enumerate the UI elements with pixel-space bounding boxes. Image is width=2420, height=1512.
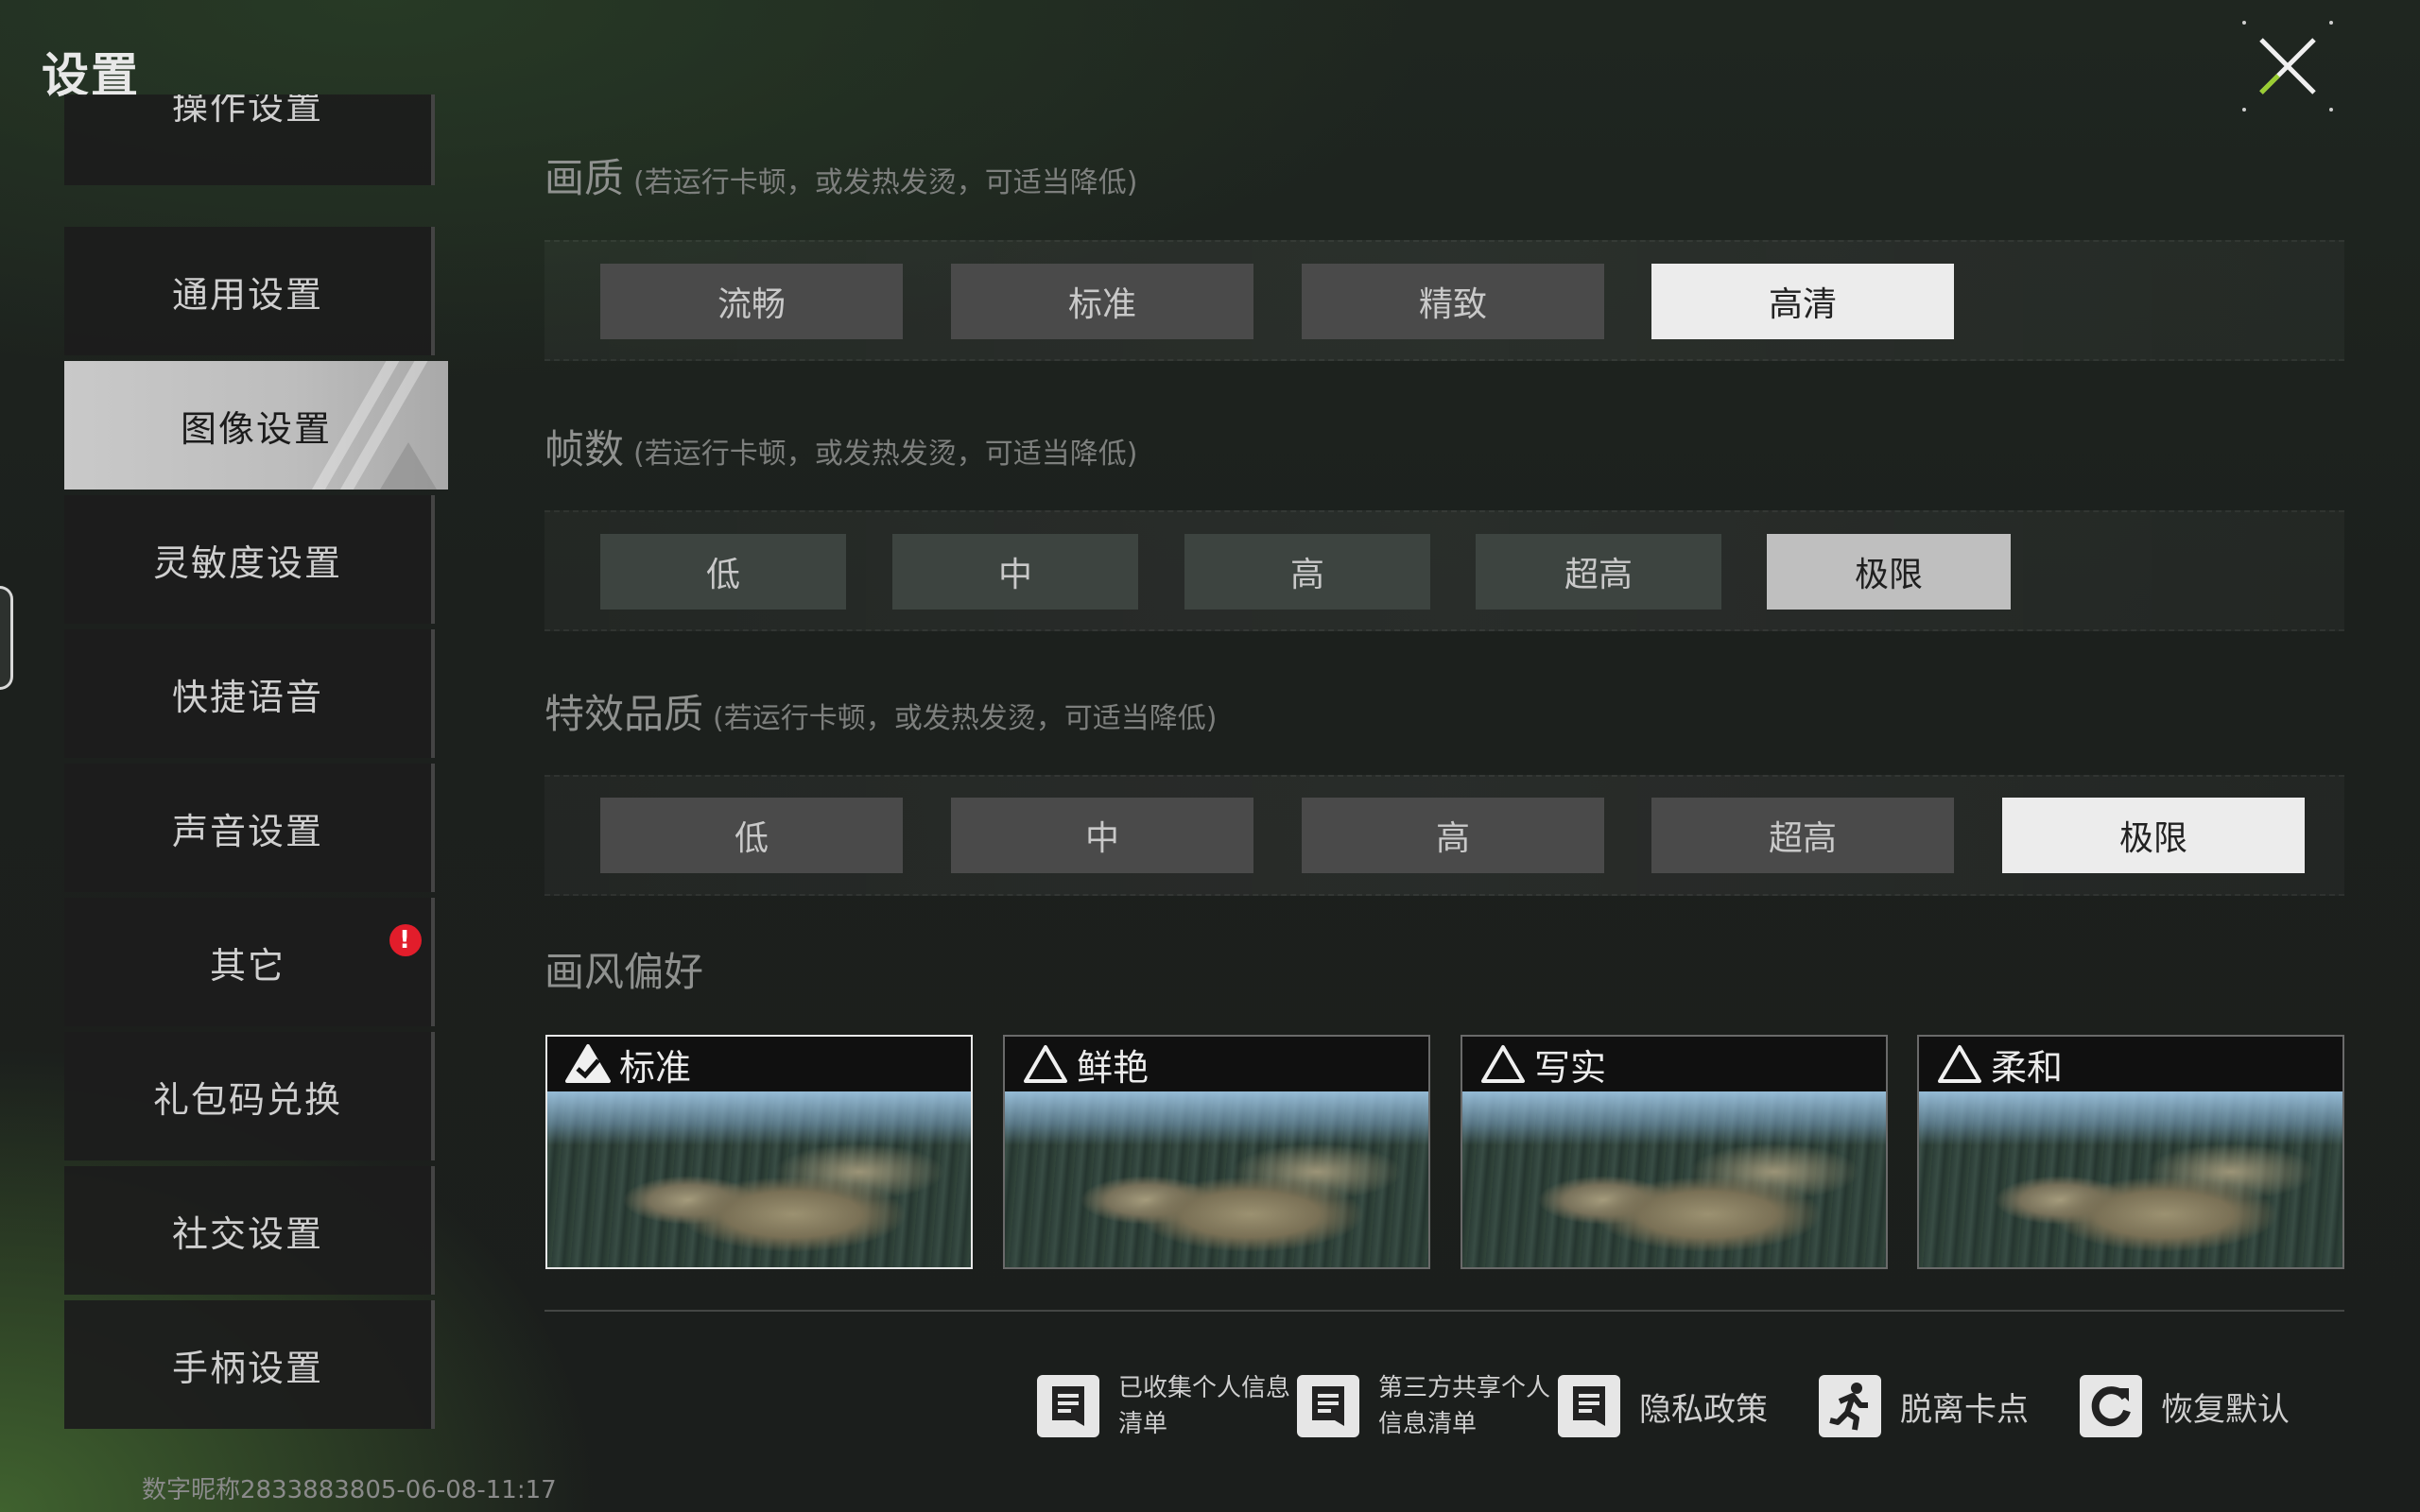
- sidebar-item-sound[interactable]: 声音设置: [64, 764, 435, 892]
- effects-title: 特效品质: [544, 691, 704, 737]
- style-preview-image: [1919, 1091, 2342, 1267]
- sidebar-item-graphics[interactable]: 图像设置: [64, 361, 448, 490]
- fps-hint: (若运行卡顿，或发热发烫，可适当降低): [633, 438, 1138, 471]
- style-card-soft[interactable]: 柔和: [1917, 1035, 2344, 1269]
- sidebar-item-other[interactable]: 其它 !: [64, 898, 435, 1026]
- running-man-icon: [1819, 1375, 1881, 1437]
- unstuck-label: 脱离卡点: [1900, 1390, 2029, 1429]
- style-card-label: 鲜艳: [1077, 1046, 1150, 1089]
- document-icon: [1297, 1375, 1359, 1437]
- fps-title: 帧数: [544, 426, 625, 472]
- sidebar-item-label: 图像设置: [180, 407, 332, 450]
- quality-option-fine[interactable]: 精致: [1302, 264, 1604, 339]
- sidebar-item-quick-voice[interactable]: 快捷语音: [64, 629, 435, 758]
- quality-option-smooth[interactable]: 流畅: [600, 264, 903, 339]
- reset-default-button[interactable]: 恢复默认: [2080, 1368, 2290, 1444]
- sidebar-item-sensitivity[interactable]: 灵敏度设置: [64, 495, 435, 624]
- decor-triangle: [380, 442, 437, 490]
- quality-option-hd[interactable]: 高清: [1651, 264, 1954, 339]
- sidebar-item-label: 快捷语音: [171, 676, 323, 718]
- style-card-label: 柔和: [1991, 1046, 2064, 1089]
- style-card-realistic[interactable]: 写实: [1461, 1035, 1888, 1269]
- style-title: 画风偏好: [544, 949, 704, 995]
- sidebar-item-label: 灵敏度设置: [152, 541, 342, 584]
- effects-section-title: 特效品质 (若运行卡顿，或发热发烫，可适当降低): [544, 682, 1217, 740]
- quality-option-standard[interactable]: 标准: [951, 264, 1253, 339]
- collected-info-link[interactable]: 已收集个人信息清单: [1037, 1368, 1298, 1444]
- fps-option-ultra[interactable]: 超高: [1476, 534, 1721, 610]
- document-icon: [1037, 1375, 1099, 1437]
- effects-option-medium[interactable]: 中: [951, 798, 1253, 873]
- third-party-info-link[interactable]: 第三方共享个人信息清单: [1297, 1368, 1558, 1444]
- triangle-icon: [1024, 1045, 1067, 1083]
- divider: [544, 1310, 2344, 1312]
- quality-title: 画质: [544, 155, 625, 201]
- alert-badge: !: [389, 924, 422, 956]
- triangle-icon: [1938, 1045, 1981, 1083]
- privacy-policy-label: 隐私政策: [1639, 1390, 1768, 1429]
- sidebar-item-controls[interactable]: 操作设置: [64, 94, 435, 185]
- style-preview-image: [1462, 1091, 1886, 1267]
- sidebar-item-label: 礼包码兑换: [152, 1078, 342, 1121]
- fps-section-title: 帧数 (若运行卡顿，或发热发烫，可适当降低): [544, 418, 1137, 475]
- effects-option-low[interactable]: 低: [600, 798, 903, 873]
- close-icon: [2259, 38, 2316, 94]
- fps-option-high[interactable]: 高: [1184, 534, 1430, 610]
- effects-option-ultra[interactable]: 超高: [1651, 798, 1954, 873]
- sidebar-item-label: 手柄设置: [171, 1347, 323, 1389]
- sidebar-item-label: 其它: [209, 944, 285, 987]
- sidebar-item-social[interactable]: 社交设置: [64, 1166, 435, 1295]
- sidebar-item-label: 操作设置: [171, 94, 323, 128]
- fps-option-extreme[interactable]: 极限: [1767, 534, 2011, 610]
- side-handle[interactable]: [0, 586, 13, 690]
- sidebar-item-gift-code[interactable]: 礼包码兑换: [64, 1032, 435, 1160]
- sidebar: 操作设置 通用设置 图像设置 灵敏度设置 快捷语音 声音设置 其它 ! 礼包码兑…: [64, 94, 448, 1429]
- checked-triangle-icon: [565, 1044, 611, 1083]
- style-card-label: 标准: [619, 1046, 692, 1089]
- fps-option-low[interactable]: 低: [600, 534, 846, 610]
- sidebar-item-label: 社交设置: [171, 1212, 323, 1255]
- document-icon: [1558, 1375, 1620, 1437]
- unstuck-button[interactable]: 脱离卡点: [1819, 1368, 2029, 1444]
- collected-info-label: 已收集个人信息清单: [1118, 1374, 1291, 1438]
- sidebar-item-label: 通用设置: [171, 273, 323, 316]
- third-party-info-label: 第三方共享个人信息清单: [1378, 1374, 1551, 1438]
- style-card-label: 写实: [1534, 1046, 1607, 1089]
- effects-option-extreme[interactable]: 极限: [2002, 798, 2305, 873]
- style-card-standard[interactable]: 标准: [545, 1035, 973, 1269]
- sidebar-item-label: 声音设置: [171, 810, 323, 852]
- quality-section-title: 画质 (若运行卡顿，或发热发烫，可适当降低): [544, 146, 1137, 204]
- style-card-vivid[interactable]: 鲜艳: [1003, 1035, 1430, 1269]
- effects-hint: (若运行卡顿，或发热发烫，可适当降低): [713, 702, 1218, 735]
- close-button[interactable]: [2240, 19, 2335, 113]
- refresh-icon: [2080, 1375, 2142, 1437]
- reset-default-label: 恢复默认: [2161, 1390, 2290, 1429]
- quality-hint: (若运行卡顿，或发热发烫，可适当降低): [633, 166, 1138, 199]
- sidebar-item-gamepad[interactable]: 手柄设置: [64, 1300, 435, 1429]
- effects-option-high[interactable]: 高: [1302, 798, 1604, 873]
- fps-option-medium[interactable]: 中: [892, 534, 1138, 610]
- style-section-title: 画风偏好: [544, 940, 703, 998]
- style-preview-image: [547, 1091, 971, 1267]
- sidebar-item-general[interactable]: 通用设置: [64, 227, 435, 355]
- privacy-policy-link[interactable]: 隐私政策: [1558, 1368, 1768, 1444]
- style-preview-image: [1005, 1091, 1428, 1267]
- triangle-icon: [1481, 1045, 1525, 1083]
- user-id-text: 数字昵称2833883805-06-08-11:17: [142, 1476, 557, 1504]
